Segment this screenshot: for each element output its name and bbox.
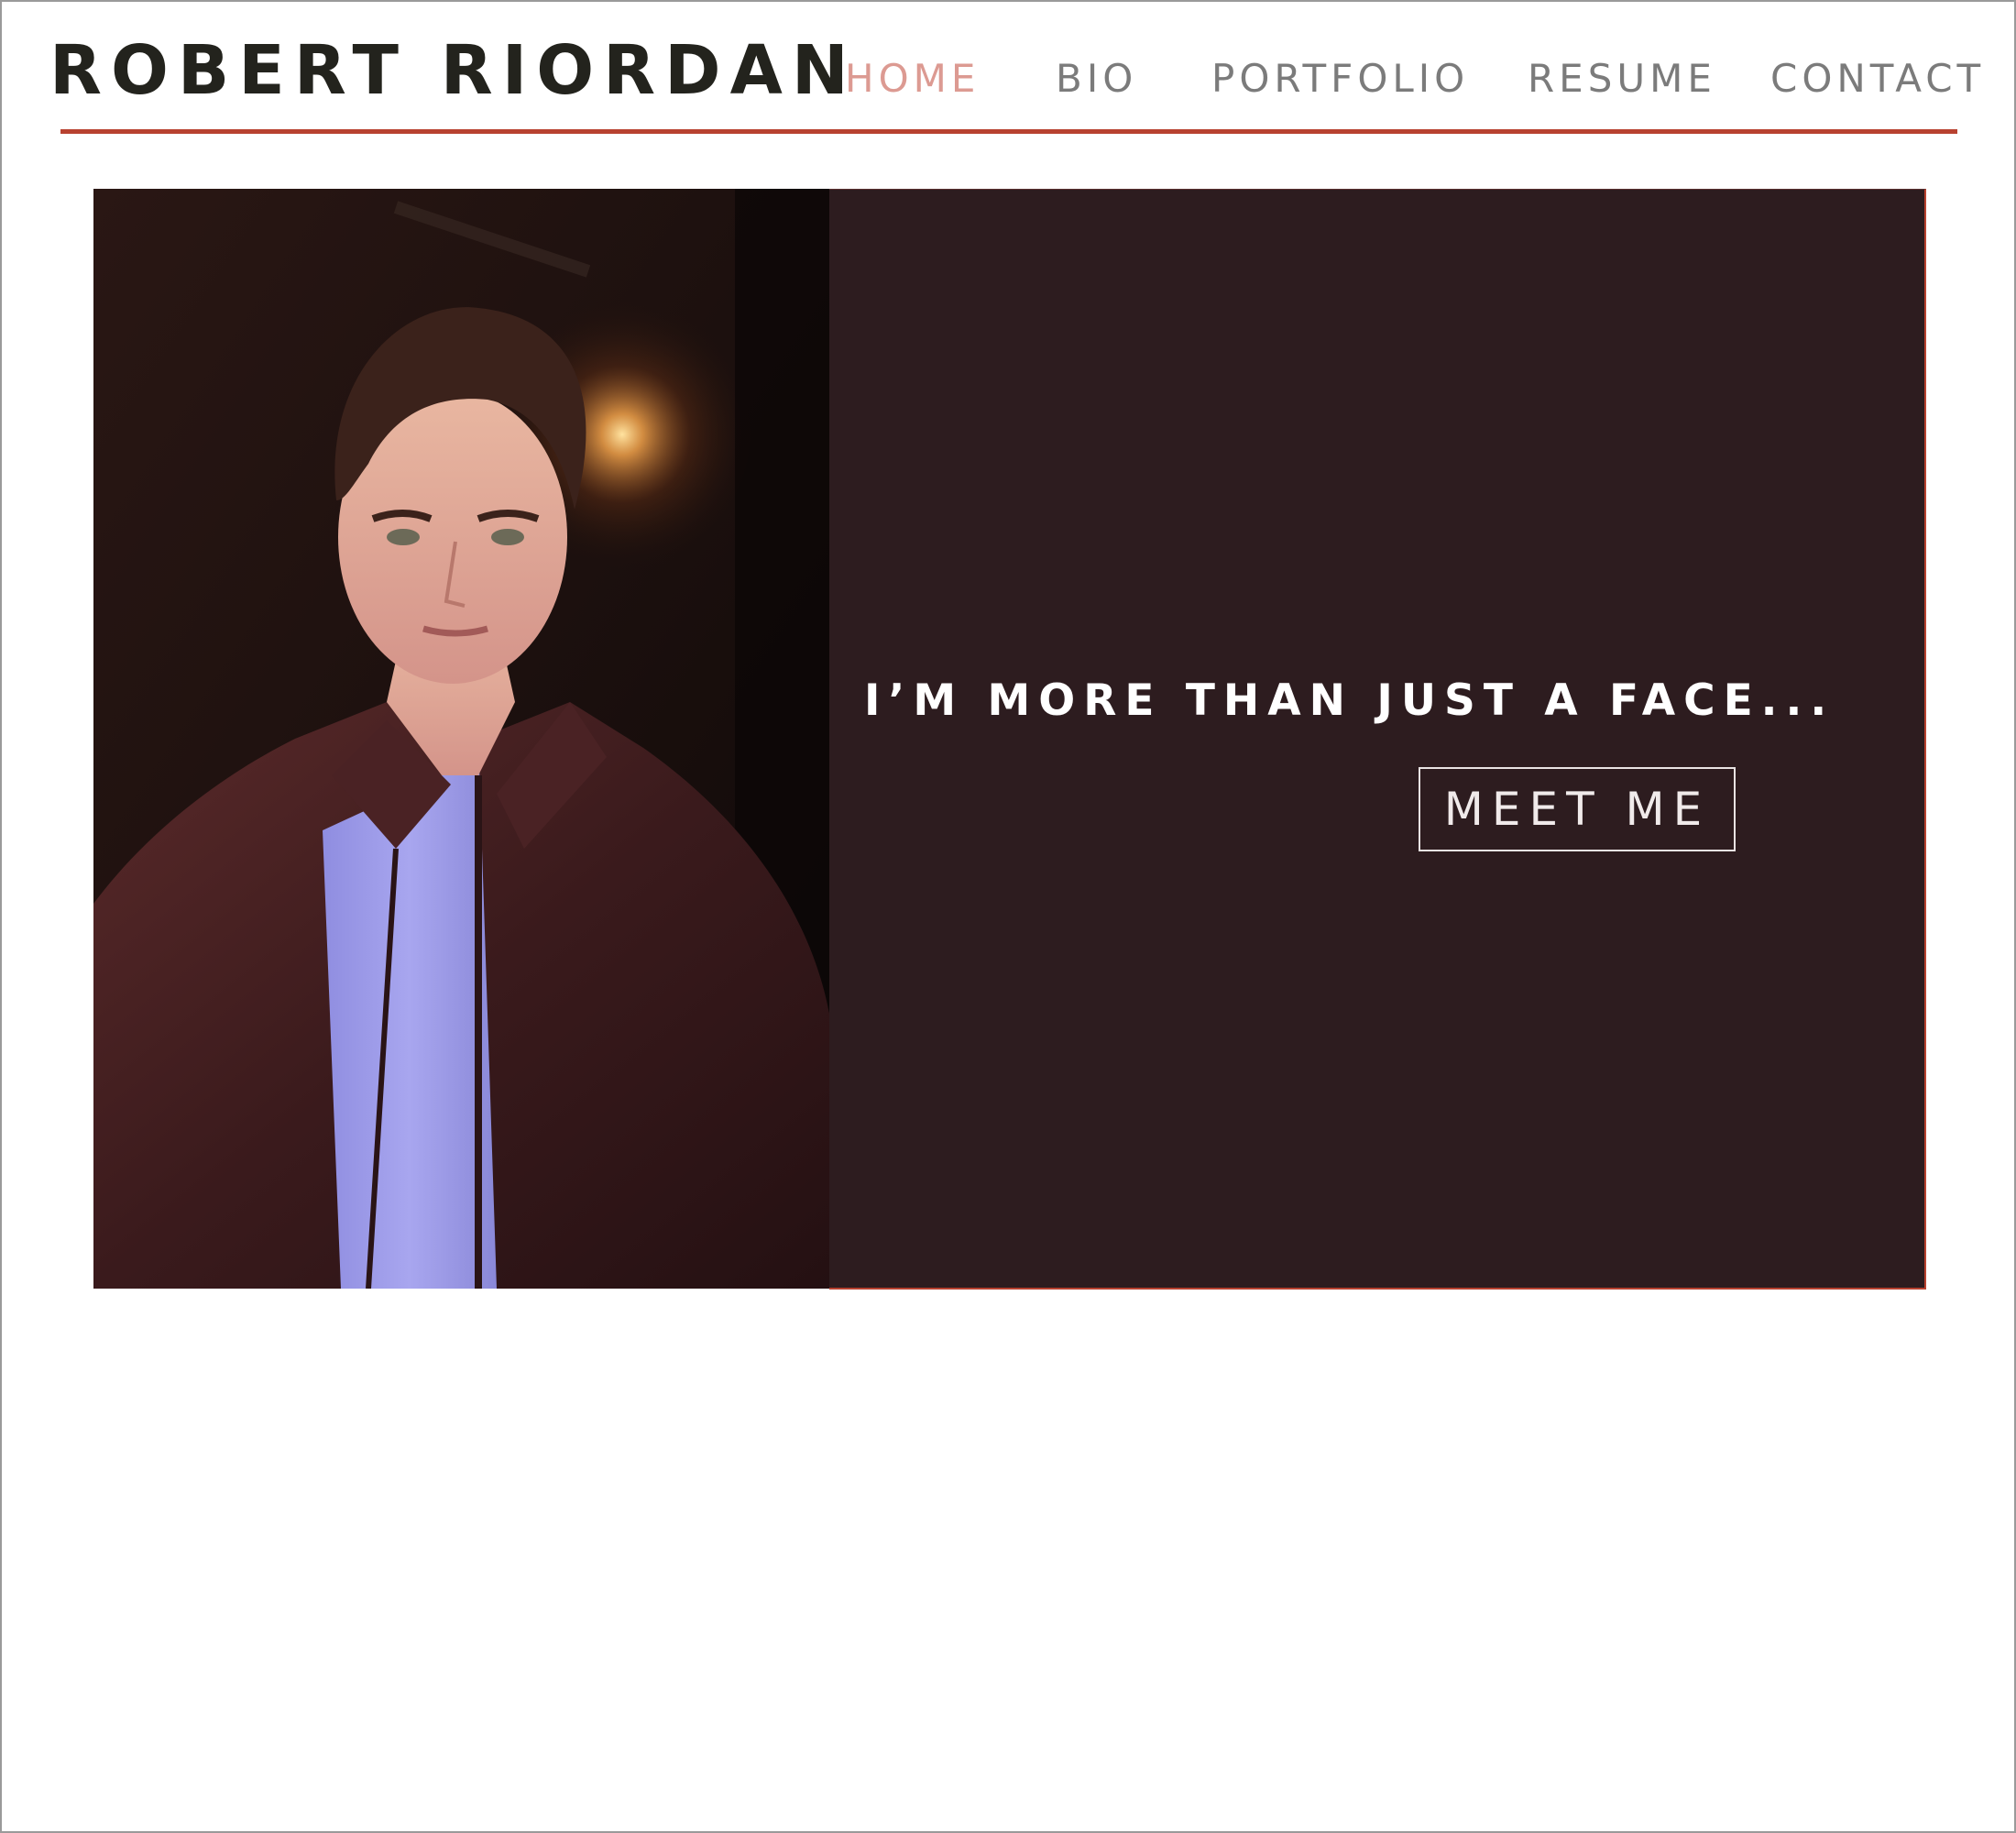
hero-section: I’M MORE THAN JUST A FACE... MEET ME	[93, 189, 1926, 1290]
meet-me-button[interactable]: MEET ME	[1419, 767, 1736, 851]
header-divider	[60, 129, 1957, 134]
page-frame: ROBERT RIORDAN HOME BIO PORTFOLIO RESUME…	[0, 0, 2016, 1833]
nav-item-resume[interactable]: RESUME	[1528, 53, 1716, 104]
nav-item-bio[interactable]: BIO	[1056, 53, 1137, 104]
nav-item-contact[interactable]: CONTACT	[1770, 53, 1985, 104]
hero-tagline: I’M MORE THAN JUST A FACE...	[864, 675, 1835, 726]
nav-item-portfolio[interactable]: PORTFOLIO	[1211, 53, 1469, 104]
hero-panel: I’M MORE THAN JUST A FACE... MEET ME	[829, 189, 1926, 1290]
portrait-photo	[93, 189, 829, 1289]
main-nav: HOME BIO PORTFOLIO RESUME CONTACT	[845, 53, 1980, 108]
nav-item-home[interactable]: HOME	[845, 53, 980, 104]
site-title[interactable]: ROBERT RIORDAN	[49, 29, 858, 112]
